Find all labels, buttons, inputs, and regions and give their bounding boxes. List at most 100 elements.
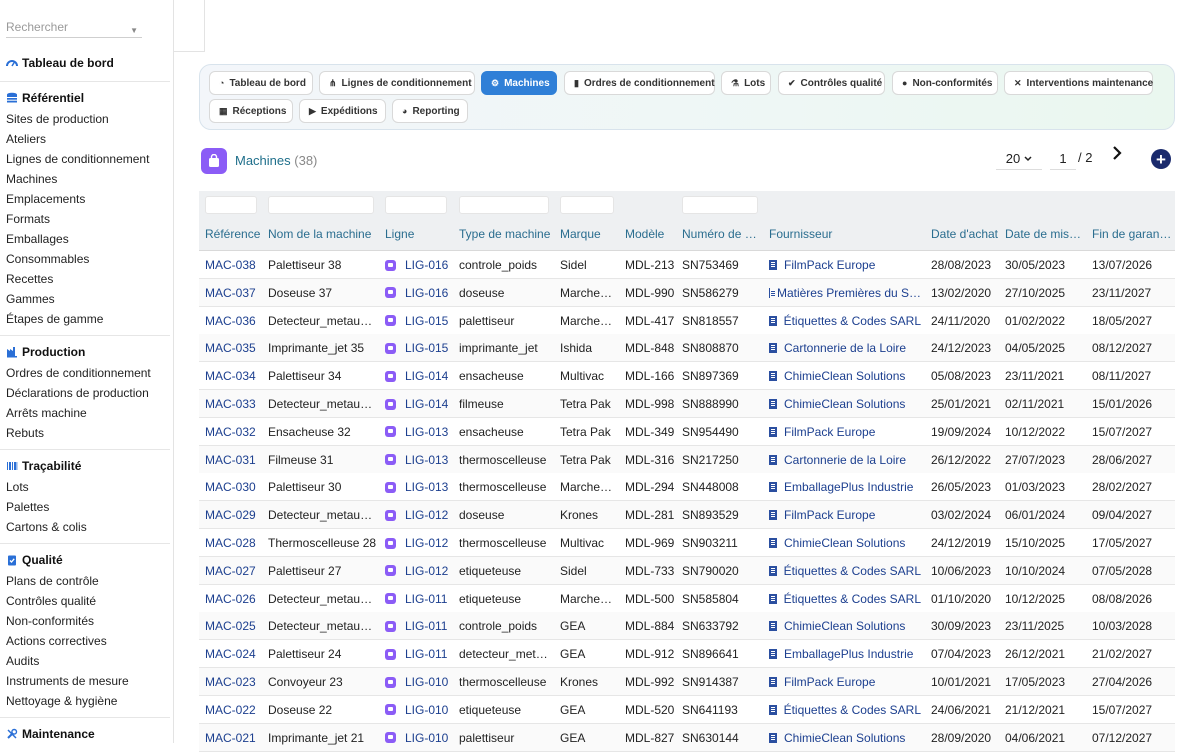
sidebar-item[interactable]: Rebuts [6, 426, 44, 440]
table-row[interactable]: MAC-038 Palettiseur 38 LIG-016 controle_poi… [199, 251, 1175, 279]
tab-9[interactable]: ▶ Expéditions [299, 99, 386, 123]
tab-5[interactable]: ✔ Contrôles qualité [778, 71, 885, 95]
machine-reference-link[interactable]: MAC-029 [205, 508, 265, 522]
machine-reference-link[interactable]: MAC-023 [205, 675, 265, 689]
sidebar-item[interactable]: Formats [6, 212, 50, 226]
table-row[interactable]: MAC-028 Thermoscelleuse 28 LIG-012 thermosc… [199, 529, 1175, 557]
line-link[interactable]: LIG-012 [385, 536, 451, 550]
table-row[interactable]: MAC-032 Ensacheuse 32 LIG-013 ensacheuse Tet… [199, 417, 1175, 446]
supplier-link[interactable]: EmballagePlus Industrie [769, 480, 921, 494]
supplier-link[interactable]: FilmPack Europe [769, 425, 921, 439]
column-header[interactable]: Modèle [625, 227, 677, 241]
line-link[interactable]: LIG-012 [385, 508, 451, 522]
column-header[interactable]: Ligne [385, 227, 451, 241]
tab-1[interactable]: ⋔ Lignes de conditionnement [319, 71, 475, 95]
table-row[interactable]: MAC-024 Palettiseur 24 LIG-011 detecteur_me… [199, 640, 1175, 669]
supplier-link[interactable]: Cartonnerie de la Loire [769, 341, 921, 355]
tab-6[interactable]: ● Non-conformités [892, 71, 998, 95]
table-row[interactable]: MAC-023 Convoyeur 23 LIG-010 thermoscelleus… [199, 668, 1175, 696]
column-filter-input[interactable] [385, 196, 447, 214]
sidebar-item[interactable]: Nettoyage & hygiène [6, 694, 117, 708]
sidebar-item[interactable]: Ordres de conditionnement [6, 366, 151, 380]
table-row[interactable]: MAC-026 Detecteur_metaux 26 LIG-011 etiquet… [199, 584, 1175, 613]
sidebar-item[interactable]: Machines [6, 172, 57, 186]
tab-3[interactable]: ▮ Ordres de conditionnement [564, 71, 715, 95]
supplier-link[interactable]: ChimieClean Solutions [769, 397, 921, 411]
column-header[interactable]: Référence [205, 227, 265, 241]
supplier-link[interactable]: Cartonnerie de la Loire [769, 453, 921, 467]
supplier-link[interactable]: FilmPack Europe [769, 258, 921, 272]
column-header[interactable]: Numéro de s… [682, 227, 762, 241]
table-row[interactable]: MAC-025 Detecteur_metaux 25 LIG-011 control… [199, 612, 1175, 641]
machine-reference-link[interactable]: MAC-035 [205, 341, 265, 355]
sidebar-item[interactable]: Consommables [6, 252, 89, 266]
line-link[interactable]: LIG-013 [385, 453, 451, 467]
sidebar-item[interactable]: Emballages [6, 232, 69, 246]
sidebar-item[interactable]: Étapes de gamme [6, 312, 103, 326]
column-filter-input[interactable] [268, 196, 374, 214]
machine-reference-link[interactable]: MAC-024 [205, 647, 265, 661]
tab-10[interactable]: ◕ Reporting [392, 99, 468, 123]
supplier-link[interactable]: ChimieClean Solutions [769, 619, 921, 633]
machine-reference-link[interactable]: MAC-032 [205, 425, 265, 439]
supplier-link[interactable]: ChimieClean Solutions [769, 731, 921, 745]
column-filter-input[interactable] [459, 196, 549, 214]
supplier-link[interactable]: Matières Premières du S… [769, 286, 921, 300]
line-link[interactable]: LIG-015 [385, 314, 451, 328]
line-link[interactable]: LIG-014 [385, 397, 451, 411]
sidebar-item[interactable]: Recettes [6, 272, 53, 286]
table-row[interactable]: MAC-033 Detecteur_metaux 33 LIG-014 filmeus… [199, 390, 1175, 418]
table-row[interactable]: MAC-029 Detecteur_metaux 29 LIG-012 doseuse… [199, 501, 1175, 530]
supplier-link[interactable]: Étiquettes & Codes SARL [769, 314, 921, 328]
supplier-link[interactable]: Étiquettes & Codes SARL [769, 592, 921, 606]
line-link[interactable]: LIG-012 [385, 564, 451, 578]
column-header[interactable]: Nom de la machine [268, 227, 378, 241]
line-link[interactable]: LIG-013 [385, 480, 451, 494]
sidebar-item[interactable]: Palettes [6, 500, 49, 514]
tab-0[interactable]: ◔ Tableau de bord [209, 71, 313, 95]
sidebar-item[interactable]: Plans de contrôle [6, 574, 99, 588]
current-page-input[interactable]: 1 [1050, 148, 1076, 170]
column-filter-input[interactable] [560, 196, 614, 214]
line-link[interactable]: LIG-010 [385, 675, 451, 689]
sidebar-item[interactable]: Lignes de conditionnement [6, 152, 149, 166]
line-link[interactable]: LIG-011 [385, 647, 451, 661]
column-header[interactable]: Date d'achat [931, 227, 999, 241]
line-link[interactable]: LIG-011 [385, 619, 451, 633]
line-link[interactable]: LIG-010 [385, 731, 451, 745]
line-link[interactable]: LIG-011 [385, 592, 451, 606]
machine-reference-link[interactable]: MAC-022 [205, 703, 265, 717]
line-link[interactable]: LIG-016 [385, 286, 451, 300]
supplier-link[interactable]: Étiquettes & Codes SARL [769, 564, 921, 578]
sidebar-item[interactable]: Audits [6, 654, 39, 668]
tab-8[interactable]: ▦ Réceptions [209, 99, 293, 123]
machine-reference-link[interactable]: MAC-026 [205, 592, 265, 606]
supplier-link[interactable]: ChimieClean Solutions [769, 536, 921, 550]
column-header[interactable]: Date de mis… [1005, 227, 1085, 241]
machine-reference-link[interactable]: MAC-027 [205, 564, 265, 578]
column-header[interactable]: Fournisseur [769, 227, 924, 241]
sidebar-item[interactable]: Ateliers [6, 132, 46, 146]
table-row[interactable]: MAC-037 Doseuse 37 LIG-016 doseuse Marchesin… [199, 278, 1175, 307]
machine-reference-link[interactable]: MAC-025 [205, 619, 265, 633]
table-row[interactable]: MAC-036 Detecteur_metaux 36 LIG-015 paletti… [199, 306, 1175, 335]
machine-reference-link[interactable]: MAC-021 [205, 731, 265, 745]
table-row[interactable]: MAC-027 Palettiseur 27 LIG-012 etiqueteuse S… [199, 556, 1175, 585]
sidebar-item[interactable]: Arrêts machine [6, 406, 87, 420]
sidebar-dashboard[interactable]: Tableau de bord [6, 56, 114, 70]
machine-reference-link[interactable]: MAC-038 [205, 258, 265, 272]
table-row[interactable]: MAC-022 Doseuse 22 LIG-010 etiqueteuse GEA MD… [199, 695, 1175, 724]
sidebar-item[interactable]: Cartons & colis [6, 520, 87, 534]
sidebar-item[interactable]: Non-conformités [6, 614, 94, 628]
line-link[interactable]: LIG-016 [385, 258, 451, 272]
machine-reference-link[interactable]: MAC-030 [205, 480, 265, 494]
next-page-icon[interactable] [1112, 146, 1122, 165]
column-header[interactable]: Marque [560, 227, 616, 241]
add-machine-button[interactable]: + [1151, 149, 1171, 169]
table-row[interactable]: MAC-034 Palettiseur 34 LIG-014 ensacheuse Mu… [199, 362, 1175, 391]
supplier-link[interactable]: FilmPack Europe [769, 508, 921, 522]
machine-reference-link[interactable]: MAC-036 [205, 314, 265, 328]
tab-7[interactable]: ✕ Interventions maintenance [1004, 71, 1153, 95]
column-header[interactable]: Fin de garantie [1092, 227, 1172, 241]
line-link[interactable]: LIG-014 [385, 369, 451, 383]
